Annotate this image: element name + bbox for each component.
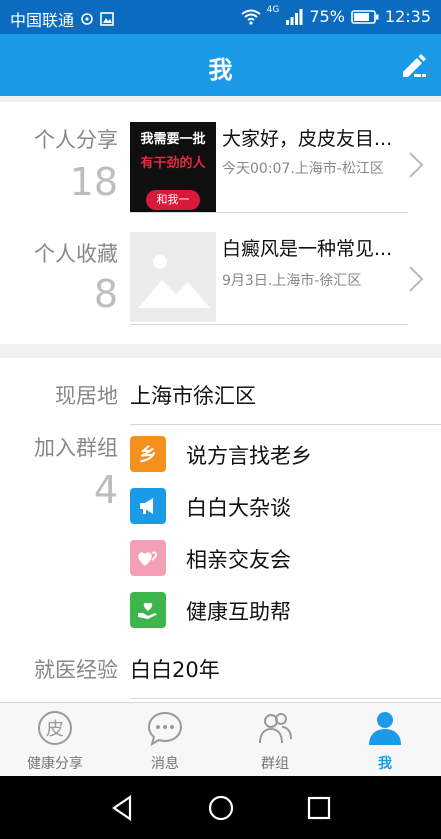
tab-messages[interactable]: 消息 — [110, 703, 220, 777]
tab-label: 我 — [378, 756, 392, 772]
row-divider — [130, 698, 441, 699]
carrier-name: 中国联通 — [10, 11, 75, 30]
title-bar: 我 — [0, 34, 441, 96]
group-name: 相亲交友会 — [186, 548, 291, 572]
thumb-text-1: 我需要一批 — [140, 132, 206, 147]
tab-label: 消息 — [151, 756, 179, 772]
experience-label: 就医经验 — [34, 658, 118, 682]
favorite-thumbnail — [130, 232, 216, 322]
wifi-icon — [241, 9, 261, 25]
signal-icon — [286, 8, 303, 25]
favorite-item-meta: 9月3日.上海市-徐汇区 — [222, 273, 362, 289]
home-icon[interactable] — [206, 793, 236, 823]
group-item[interactable]: 相亲交友会 — [120, 532, 441, 584]
edit-pencil-icon[interactable] — [397, 48, 429, 80]
person-icon — [369, 712, 401, 745]
helping-hand-icon — [130, 592, 166, 628]
profile-info-section: 现居地 上海市徐汇区 加入群组 4 乡 说方言找老乡 白白大杂谈 相亲交友会 健… — [0, 358, 441, 702]
image-icon — [100, 12, 114, 26]
group-name: 说方言找老乡 — [186, 444, 312, 468]
posts-section: 个人分享 18 我需要一批 有干劲的人 和我一 大家好，皮皮友目... 今天00… — [0, 102, 441, 344]
megaphone-icon — [130, 488, 166, 524]
experience-value: 白白20年 — [130, 658, 220, 682]
section-divider — [0, 344, 441, 358]
hearts-icon — [130, 540, 166, 576]
favorite-label: 个人收藏 — [34, 242, 118, 266]
share-thumbnail: 我需要一批 有干劲的人 和我一 — [130, 122, 216, 212]
favorite-row[interactable]: 个人收藏 8 白癜风是一种常见... 9月3日.上海市-徐汇区 — [0, 220, 441, 338]
battery-icon — [351, 9, 379, 24]
network-type: 4G — [266, 4, 280, 15]
residence-value: 上海市徐汇区 — [130, 384, 256, 408]
share-label: 个人分享 — [34, 128, 118, 152]
tab-label: 群组 — [261, 756, 289, 772]
hometown-icon: 乡 — [130, 436, 166, 472]
share-count: 18 — [69, 160, 118, 204]
tab-me[interactable]: 我 — [330, 703, 440, 777]
battery-percent: 75% — [309, 7, 345, 26]
back-icon[interactable] — [108, 793, 138, 823]
system-nav-bar — [0, 776, 441, 839]
bottom-tab-bar: 皮 健康分享 消息 群组 我 — [0, 702, 441, 776]
svg-text:皮: 皮 — [46, 719, 64, 740]
residence-label: 现居地 — [55, 384, 118, 408]
row-divider — [130, 212, 408, 213]
group-item[interactable]: 白白大杂谈 — [120, 480, 441, 532]
groups-count: 4 — [93, 468, 118, 512]
share-skin-icon: 皮 — [38, 711, 72, 745]
share-item-title: 大家好，皮皮友目... — [222, 128, 393, 150]
tab-health-share[interactable]: 皮 健康分享 — [0, 703, 110, 777]
page-title: 我 — [208, 56, 233, 84]
row-divider — [130, 424, 441, 425]
group-people-icon — [259, 713, 292, 744]
image-placeholder-icon — [138, 255, 210, 308]
row-divider — [130, 324, 408, 325]
favorite-item-title: 白癜风是一种常见... — [222, 238, 393, 260]
groups-label: 加入群组 — [34, 436, 118, 460]
status-bar: 中国联通 4G 75% 12:35 — [0, 0, 441, 34]
share-item-meta: 今天00:07.上海市-松江区 — [222, 161, 384, 177]
notification-icon — [81, 13, 93, 25]
tab-label: 健康分享 — [27, 756, 83, 772]
message-bubble-icon — [147, 711, 183, 747]
favorite-count: 8 — [93, 272, 118, 316]
group-item[interactable]: 健康互助帮 — [120, 584, 441, 636]
clock: 12:35 — [384, 7, 431, 26]
group-name: 白白大杂谈 — [186, 496, 291, 520]
thumb-text-3: 和我一 — [146, 190, 200, 210]
recents-icon[interactable] — [304, 793, 334, 823]
thumb-text-2: 有干劲的人 — [140, 156, 206, 171]
tab-groups[interactable]: 群组 — [220, 703, 330, 777]
share-row[interactable]: 个人分享 18 我需要一批 有干劲的人 和我一 大家好，皮皮友目... 今天00… — [0, 102, 441, 220]
chevron-right-icon — [409, 266, 424, 292]
group-name: 健康互助帮 — [186, 600, 291, 624]
chevron-right-icon — [409, 152, 424, 178]
group-item[interactable]: 乡 说方言找老乡 — [120, 428, 441, 480]
